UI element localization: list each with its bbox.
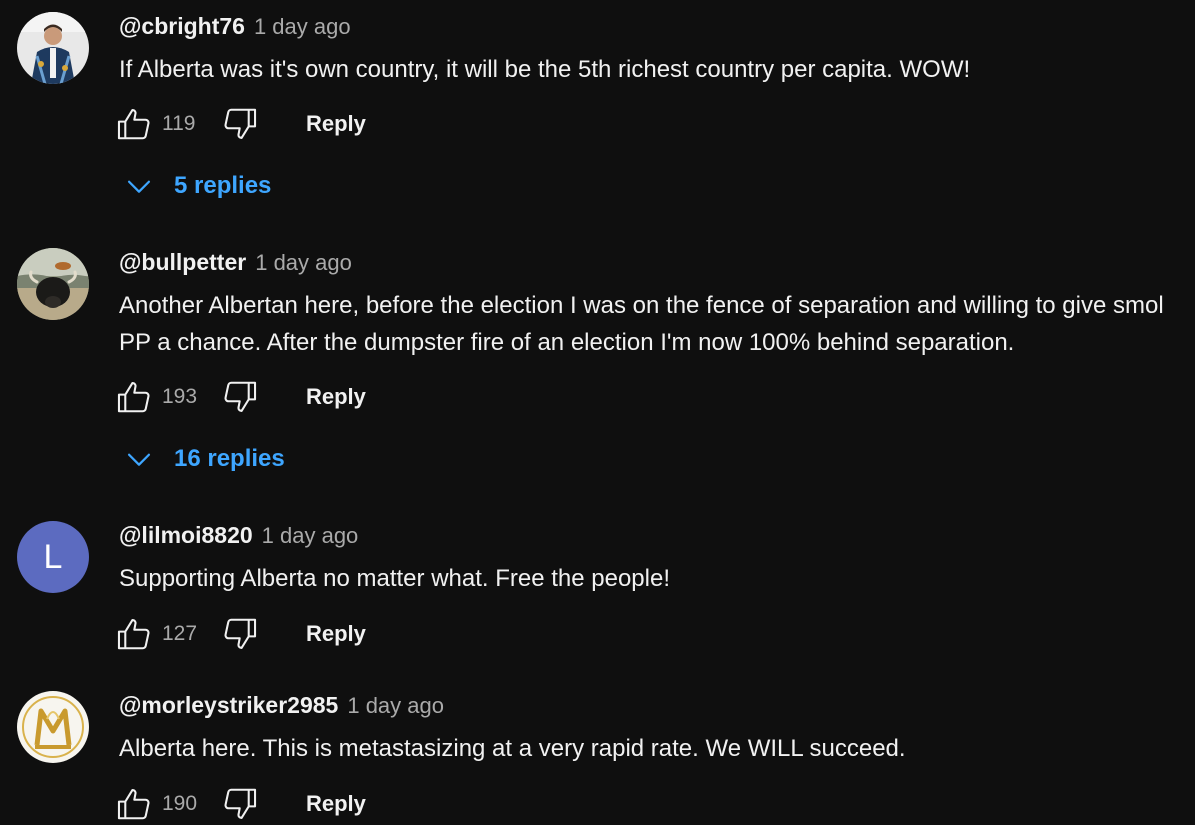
chevron-down-icon [127,453,151,466]
comment-timestamp[interactable]: 1 day ago [347,693,444,719]
comment-header: @cbright76 1 day ago [119,13,351,43]
comment-timestamp[interactable]: 1 day ago [262,523,359,549]
thumbs-up-icon [117,619,150,650]
avatar-person-icon [17,12,89,84]
reply-button[interactable]: Reply [302,378,370,416]
comment-header: @bullpetter 1 day ago [119,249,352,279]
thumbs-down-icon [224,108,257,139]
like-count: 190 [162,792,198,815]
comment-author[interactable]: @cbright76 [119,13,245,40]
thumbs-up-icon [117,789,150,820]
comment-text: Supporting Alberta no matter what. Free … [119,565,671,592]
replies-count-label: 5 replies [174,172,272,199]
avatar[interactable] [17,248,89,320]
dislike-button[interactable] [218,612,262,656]
like-button[interactable] [112,102,156,146]
reply-button[interactable]: Reply [302,615,370,653]
like-count: 119 [162,112,196,135]
comment-timestamp[interactable]: 1 day ago [254,14,351,40]
dislike-button[interactable] [218,375,262,419]
like-button[interactable] [112,375,156,419]
comment-actions: 119 Reply [112,102,370,146]
comment-author[interactable]: @lilmoi8820 [119,522,253,549]
comment-actions: 190 Reply [112,782,370,825]
view-replies-button[interactable]: 16 replies [122,439,285,479]
comment-author[interactable]: @bullpetter [119,249,246,276]
comment-header: @lilmoi8820 1 day ago [119,522,358,552]
thumbs-down-icon [224,618,257,649]
thumbs-down-icon [224,788,257,819]
like-count: 127 [162,622,198,645]
avatar[interactable] [17,12,89,84]
comment-text: If Alberta was it's own country, it will… [119,56,971,83]
comment-timestamp[interactable]: 1 day ago [255,250,352,276]
thumbs-down-icon [224,381,257,412]
comment-actions: 193 Reply [112,375,370,419]
comments-section: @cbright76 1 day ago If Alberta was it's… [0,0,1195,825]
comment-author[interactable]: @morleystriker2985 [119,692,338,719]
replies-count-label: 16 replies [174,445,285,472]
reply-button[interactable]: Reply [302,785,370,823]
like-button[interactable] [112,612,156,656]
avatar-letter: L [43,537,63,576]
dislike-button[interactable] [218,782,262,825]
thumbs-up-icon [117,109,150,140]
avatar-yak-icon [17,248,89,320]
thumbs-up-icon [117,382,150,413]
comment-actions: 127 Reply [112,612,370,656]
avatar-monogram-icon [17,691,89,763]
avatar[interactable]: L [17,521,89,593]
like-button[interactable] [112,782,156,825]
comment-header: @morleystriker2985 1 day ago [119,692,444,722]
reply-button[interactable]: Reply [302,105,370,143]
view-replies-button[interactable]: 5 replies [122,166,271,206]
avatar[interactable] [17,691,89,763]
comment-text: Another Albertan here, before the electi… [119,292,1164,356]
chevron-down-icon [127,180,151,193]
dislike-button[interactable] [218,102,262,146]
like-count: 193 [162,385,198,408]
comment-text: Alberta here. This is metastasizing at a… [119,735,906,762]
